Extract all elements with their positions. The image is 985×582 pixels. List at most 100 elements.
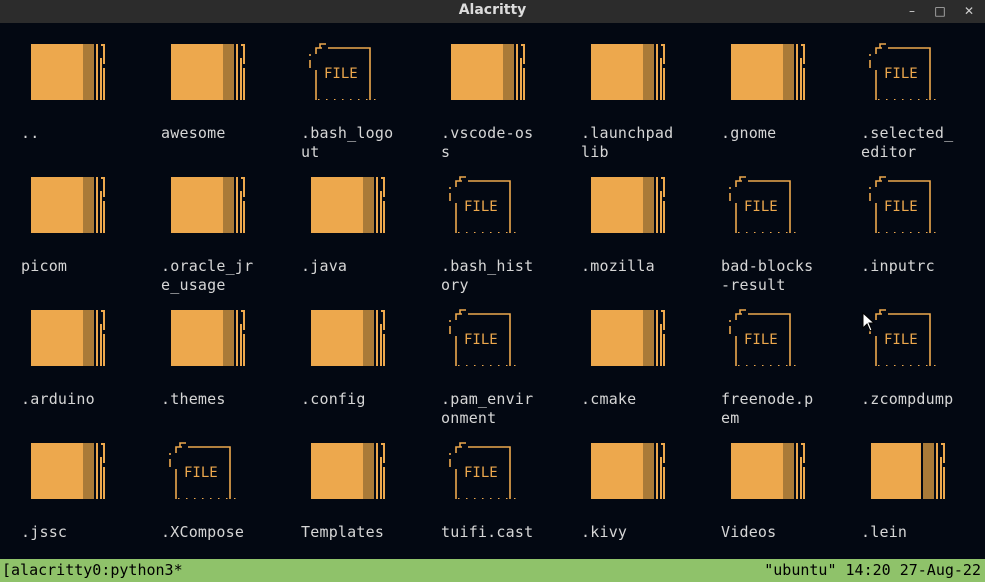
- file-icon-text: FILE: [744, 332, 778, 348]
- file-name-label: .kivy: [581, 523, 699, 542]
- file-entry[interactable]: .arduino: [0, 289, 140, 422]
- file-entry[interactable]: .vscode-os s: [420, 23, 560, 161]
- file-entry[interactable]: .oracle_jr e_usage: [140, 156, 280, 294]
- file-icon-wrap: FILE: [840, 156, 980, 236]
- file-name-line: .themes: [161, 390, 226, 408]
- folder-icon: [31, 177, 105, 233]
- file-icon: FILE: [869, 309, 936, 366]
- file-name-label: Templates: [301, 523, 419, 542]
- folder-icon-wrap: [140, 23, 280, 103]
- file-icon-text: FILE: [884, 332, 918, 348]
- folder-icon: [451, 44, 525, 100]
- file-name-label: .arduino: [21, 390, 139, 409]
- file-icon: FILE: [869, 43, 936, 100]
- folder-icon-wrap: [560, 289, 700, 369]
- file-icon-wrap: FILE: [280, 23, 420, 103]
- file-entry[interactable]: .cmake: [560, 289, 700, 422]
- file-name-label: .lein: [861, 523, 979, 542]
- file-entry[interactable]: .java: [280, 156, 420, 289]
- file-entry[interactable]: picom: [0, 156, 140, 289]
- file-icon: FILE: [449, 442, 516, 499]
- close-button[interactable]: ✕: [960, 2, 978, 20]
- folder-icon: [171, 177, 245, 233]
- file-icon: FILE: [729, 309, 796, 366]
- file-icon-text: FILE: [184, 465, 218, 481]
- tmux-session-window: [alacritty0:python3*: [2, 561, 183, 579]
- folder-icon-wrap: [420, 23, 560, 103]
- file-entry[interactable]: Videos: [700, 422, 840, 555]
- file-name-label: .jssc: [21, 523, 139, 542]
- folder-icon-wrap: [280, 422, 420, 502]
- file-icon-wrap: FILE: [420, 289, 560, 369]
- file-name-line: Templates: [301, 523, 385, 541]
- file-entry[interactable]: FILE .zcompdump: [840, 289, 980, 422]
- file-entry[interactable]: FILE bad-blocks -result: [700, 156, 840, 294]
- file-entry[interactable]: FILE .pam_envir onment: [420, 289, 560, 427]
- file-icon: FILE: [169, 442, 236, 499]
- file-name-label: ..: [21, 124, 139, 143]
- file-name-line: ..: [21, 124, 40, 142]
- folder-icon: [591, 443, 665, 499]
- file-entry[interactable]: .gnome: [700, 23, 840, 156]
- file-name-label: .cmake: [581, 390, 699, 409]
- file-icon-text: FILE: [464, 199, 498, 215]
- file-name-line: tuifi.cast: [441, 523, 534, 541]
- file-entry[interactable]: FILE .bash_hist ory: [420, 156, 560, 294]
- file-name-line: .selected_: [861, 124, 954, 142]
- file-entry[interactable]: .config: [280, 289, 420, 422]
- file-icon: FILE: [309, 43, 376, 100]
- maximize-button[interactable]: □: [931, 2, 949, 20]
- file-name-line: .launchpad: [581, 124, 674, 142]
- folder-icon-wrap: [140, 156, 280, 236]
- folder-icon: [311, 310, 385, 366]
- folder-icon: [31, 443, 105, 499]
- file-entry[interactable]: .launchpad lib: [560, 23, 700, 161]
- folder-icon-wrap: [0, 289, 140, 369]
- file-icon-text: FILE: [884, 199, 918, 215]
- file-name-label: tuifi.cast: [441, 523, 559, 542]
- file-entry[interactable]: .lein: [840, 422, 980, 555]
- folder-icon-wrap: [840, 422, 980, 502]
- file-icon-text: FILE: [464, 465, 498, 481]
- mouse-pointer-icon: [862, 312, 876, 332]
- file-entry[interactable]: FILE .inputrc: [840, 156, 980, 289]
- file-entry[interactable]: .mozilla: [560, 156, 700, 289]
- minimize-button[interactable]: –: [903, 2, 921, 20]
- file-entry[interactable]: FILE .XCompose: [140, 422, 280, 555]
- file-entry[interactable]: .jssc: [0, 422, 140, 555]
- folder-icon: [311, 443, 385, 499]
- file-name-line: .bash_hist: [441, 257, 534, 275]
- file-entry[interactable]: ..: [0, 23, 140, 156]
- file-icon-wrap: FILE: [700, 156, 840, 236]
- file-icon-text: FILE: [324, 66, 358, 82]
- file-name-line: .bash_logo: [301, 124, 394, 142]
- file-entry[interactable]: FILE .selected_ editor: [840, 23, 980, 161]
- file-entry[interactable]: awesome: [140, 23, 280, 156]
- folder-icon-wrap: [560, 422, 700, 502]
- file-icon-text: FILE: [744, 199, 778, 215]
- file-name-line: Videos: [721, 523, 777, 541]
- file-entry[interactable]: FILE tuifi.cast: [420, 422, 560, 555]
- file-icon-wrap: FILE: [700, 289, 840, 369]
- file-name-line: .gnome: [721, 124, 777, 142]
- terminal-file-grid[interactable]: .. awesome FILE .bash_logo ut .vscode-os s .lau…: [0, 23, 985, 559]
- file-icon-wrap: FILE: [840, 23, 980, 103]
- tmux-status-bar: [alacritty0:python3* "ubuntu" 14:20 27-A…: [0, 559, 985, 582]
- file-entry[interactable]: FILE freenode.p em: [700, 289, 840, 427]
- folder-icon: [31, 310, 105, 366]
- file-icon-wrap: FILE: [420, 422, 560, 502]
- file-entry[interactable]: .themes: [140, 289, 280, 422]
- file-name-line: .kivy: [581, 523, 628, 541]
- folder-icon: [311, 177, 385, 233]
- file-name-line: .vscode-os: [441, 124, 534, 142]
- file-entry[interactable]: FILE .bash_logo ut: [280, 23, 420, 161]
- file-icon-wrap: FILE: [140, 422, 280, 502]
- file-name-line: .lein: [861, 523, 908, 541]
- folder-icon: [31, 44, 105, 100]
- file-entry[interactable]: .kivy: [560, 422, 700, 555]
- file-name-label: .gnome: [721, 124, 839, 143]
- file-name-line: picom: [21, 257, 68, 275]
- folder-icon-wrap: [560, 156, 700, 236]
- file-name-label: Videos: [721, 523, 839, 542]
- file-entry[interactable]: Templates: [280, 422, 420, 555]
